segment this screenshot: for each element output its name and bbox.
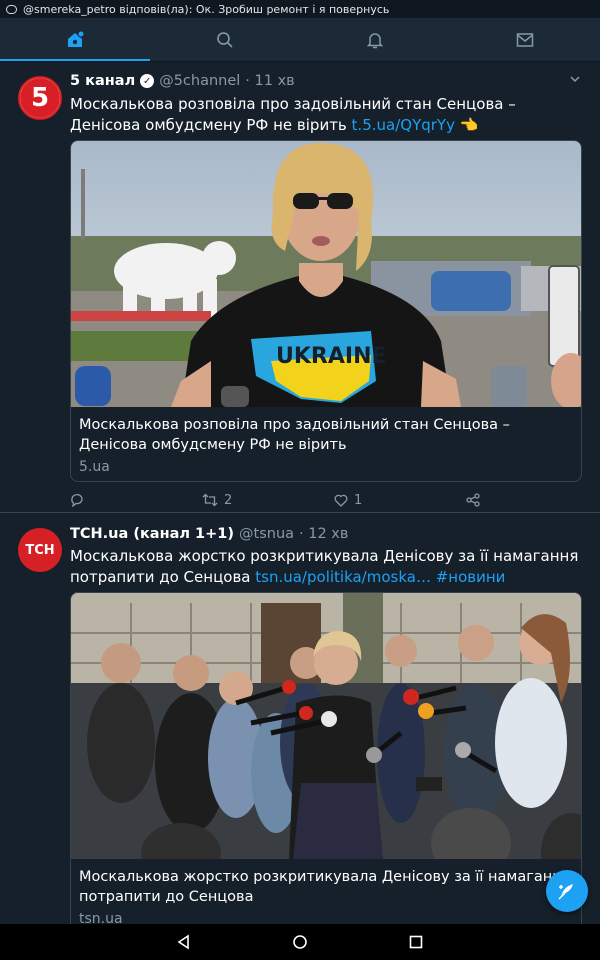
tweet-5channel[interactable]: 5 5 канал ✓ @5channel · 11 хв Москальков… — [0, 70, 600, 512]
retweet-icon — [202, 493, 218, 507]
reply-button[interactable] — [70, 493, 90, 507]
pointing-hand-emoji: 👈 — [459, 116, 479, 134]
tweet-header: 5 канал ✓ @5channel · 11 хв — [70, 71, 295, 91]
like-count: 1 — [354, 492, 363, 508]
home-icon — [68, 30, 85, 47]
share-button[interactable] — [466, 493, 480, 507]
tweet-header: ТСН.ua (канал 1+1) @tsnua · 12 хв — [70, 524, 348, 544]
heart-icon — [334, 494, 348, 507]
retweet-count: 2 — [224, 492, 233, 508]
author-name[interactable]: ТСН.ua (канал 1+1) — [70, 526, 234, 542]
bell-icon — [366, 32, 384, 48]
notification-text: @smereka_petro відповів(ла): Ок. Зробиш … — [23, 2, 390, 16]
card-photo — [71, 593, 581, 859]
tab-home[interactable] — [0, 18, 150, 61]
mail-icon — [516, 32, 534, 47]
tweet-tsnua[interactable]: ТСН ТСН.ua (канал 1+1) @tsnua · 12 хв Мо… — [0, 524, 600, 932]
home-circle-icon[interactable] — [292, 934, 308, 950]
compose-tweet-button[interactable] — [546, 870, 588, 912]
share-icon — [466, 493, 480, 507]
tweet-link[interactable]: t.5.ua/QYqrYy — [352, 116, 455, 134]
tab-notifications[interactable] — [300, 18, 450, 61]
reply-icon — [71, 493, 83, 507]
tab-search[interactable] — [150, 18, 300, 61]
card-domain: 5.ua — [79, 459, 110, 475]
card-title: Москалькова розповіла про задовільний ст… — [79, 417, 510, 453]
avatar[interactable]: 5 — [18, 76, 62, 120]
card-title: Москалькова жорстко розкритикувала Деніс… — [79, 869, 571, 905]
tweet-text: Москалькова розповіла про задовільний ст… — [70, 94, 580, 136]
system-nav-bar — [0, 924, 600, 960]
svg-text:UKRAINE: UKRAINE — [276, 344, 387, 369]
notification-bar: @smereka_petro відповів(ла): Ок. Зробиш … — [0, 0, 600, 18]
back-icon[interactable] — [176, 934, 192, 950]
avatar[interactable]: ТСН — [18, 528, 62, 572]
card-photo: UKRAINE — [71, 141, 581, 407]
tweet-time: · 12 хв — [299, 526, 349, 542]
avatar-text: ТСН — [25, 542, 55, 558]
tab-bar — [0, 18, 600, 62]
author-handle[interactable]: @5channel — [159, 73, 240, 89]
retweet-button[interactable]: 2 — [202, 493, 232, 508]
card-photo-image: UKRAINE — [71, 141, 581, 407]
compose-feather-icon — [558, 884, 573, 900]
recents-icon[interactable] — [408, 934, 424, 950]
verified-badge-icon: ✓ — [140, 74, 155, 88]
chat-bubble-icon — [6, 4, 17, 14]
link-card[interactable]: Москалькова жорстко розкритикувала Деніс… — [70, 592, 582, 932]
author-handle[interactable]: @tsnua — [239, 526, 294, 542]
link-card[interactable]: UKRAINE Москалькова розповіла про задові… — [70, 140, 582, 482]
tab-messages[interactable] — [450, 18, 600, 61]
card-photo-image — [71, 593, 581, 859]
tweet-divider — [0, 512, 600, 513]
avatar-text: 5 — [30, 83, 50, 113]
chevron-down-icon[interactable] — [568, 72, 582, 86]
search-icon — [217, 31, 233, 48]
author-name[interactable]: 5 канал — [70, 73, 135, 89]
tweet-time: · 11 хв — [245, 73, 295, 89]
tweet-actions: 2 1 — [70, 490, 490, 510]
like-button[interactable]: 1 — [334, 493, 362, 508]
